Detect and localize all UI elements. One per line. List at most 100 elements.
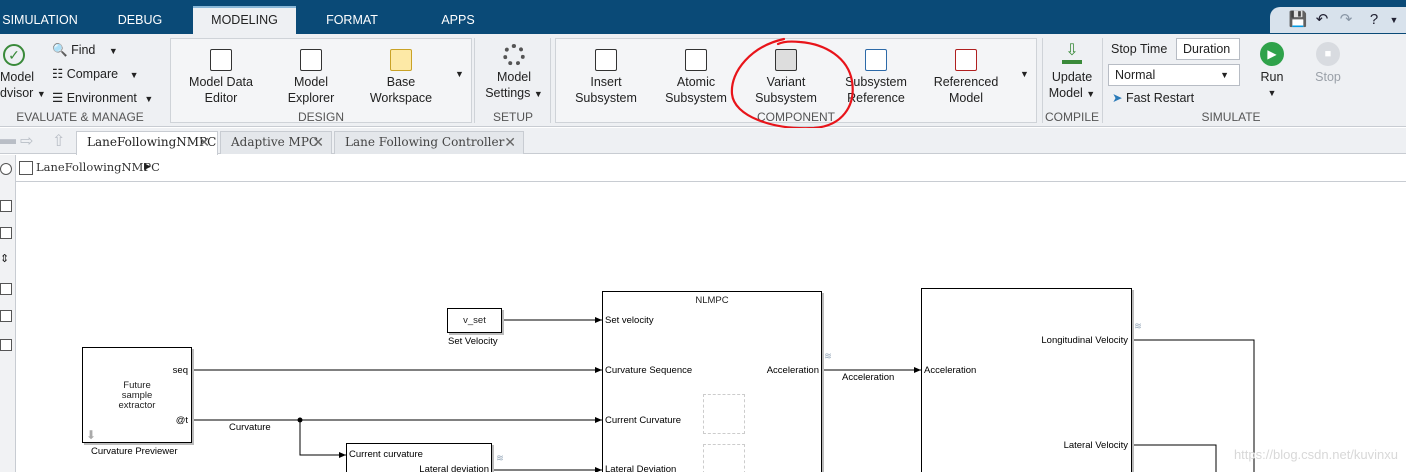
model-data-editor-button[interactable]: Model Data Editor xyxy=(181,41,261,106)
magnifier-icon: 🔍 xyxy=(52,43,68,57)
separator xyxy=(474,38,475,123)
signal-logging-icon: ≋ xyxy=(1134,321,1142,332)
save-icon[interactable]: 💾 xyxy=(1288,10,1308,30)
stop-time-input[interactable]: Duration xyxy=(1176,38,1240,60)
referenced-model-label-2: Model xyxy=(948,91,984,105)
stop-icon: ■ xyxy=(1316,42,1340,66)
separator xyxy=(1102,38,1103,123)
group-label-design: DESIGN xyxy=(297,110,344,124)
tab-format[interactable]: FORMAT xyxy=(312,6,392,34)
environment-button[interactable]: ☰ Environment ▼ xyxy=(52,88,153,108)
find-label: Find xyxy=(71,43,96,57)
arrows-icon[interactable]: ⇕ xyxy=(0,254,12,266)
stop-button[interactable]: ■ Stop xyxy=(1306,36,1350,85)
tab-apps[interactable]: APPS xyxy=(418,6,498,34)
lateral-block-output: Lateral deviation xyxy=(419,464,489,472)
stop-time-label: Stop Time xyxy=(1111,42,1168,56)
fast-restart-label: Fast Restart xyxy=(1125,91,1195,105)
close-icon[interactable]: ✕ xyxy=(312,132,324,153)
previewer-port-at-t: @t xyxy=(175,415,188,426)
insert-subsystem-button[interactable]: Insert Subsystem xyxy=(566,41,646,106)
curvature-signal-label: Curvature xyxy=(229,422,271,433)
previewer-port-seq: seq xyxy=(172,365,188,376)
chevron-down-icon: ▼ xyxy=(1220,70,1229,80)
back-arrow-icon[interactable]: ⇨ xyxy=(20,131,33,151)
current-curvature-branch xyxy=(299,420,346,458)
run-button[interactable]: ▶ Run ▼ xyxy=(1250,36,1294,101)
download-arrow-icon: ⇩ xyxy=(1062,43,1082,64)
model-explorer-icon xyxy=(300,49,322,71)
model-settings-button[interactable]: Model Settings ▼ xyxy=(480,36,548,102)
signal-logging-icon: ≋ xyxy=(496,453,504,464)
vehicle-output-lateral-velocity: Lateral Velocity xyxy=(1063,440,1128,451)
red-annotation-circle xyxy=(730,37,854,130)
nlmpc-inner-icon xyxy=(703,394,745,434)
base-workspace-label-2: Workspace xyxy=(369,91,433,105)
vset-block[interactable]: v_set xyxy=(447,308,502,333)
update-model-button[interactable]: ⇩ Update Model ▼ xyxy=(1044,36,1100,102)
model-explorer-button[interactable]: Model Explorer xyxy=(271,41,351,106)
close-icon[interactable]: ✕ xyxy=(504,132,516,153)
component-gallery-expand-icon[interactable]: ▼ xyxy=(1020,69,1029,79)
doc-tab-lanefollowingnmpc[interactable]: LaneFollowingNMPC ✕ xyxy=(76,131,218,155)
run-label: Run xyxy=(1260,70,1284,84)
up-arrow-icon[interactable]: ⇧ xyxy=(52,131,65,151)
find-button[interactable]: 🔍 Find ▼ xyxy=(52,40,118,60)
help-icon[interactable]: ? xyxy=(1364,10,1384,30)
gear-icon xyxy=(503,44,525,66)
tab-debug[interactable]: DEBUG xyxy=(100,6,180,34)
design-gallery-expand-icon[interactable]: ▼ xyxy=(455,69,464,79)
referenced-model-button[interactable]: Referenced Model xyxy=(926,41,1006,106)
redo-icon[interactable]: ↷ xyxy=(1336,10,1356,30)
chevron-right-icon[interactable]: ▶ xyxy=(144,161,151,172)
vehicle-block[interactable]: Acceleration Longitudinal Velocity Later… xyxy=(921,288,1132,472)
ribbon-tab-bar: SIMULATION DEBUG MODELING FORMAT APPS 💾 … xyxy=(0,0,1406,34)
simulation-mode-select[interactable]: Normal ▼ xyxy=(1108,64,1240,86)
model-data-editor-label-1: Model Data xyxy=(189,75,253,89)
acceleration-signal-label: Acceleration xyxy=(842,372,895,383)
doc-tab-label: Lane Following Controller xyxy=(345,135,505,149)
hide-explorer-icon[interactable] xyxy=(0,163,12,175)
base-workspace-label-1: Base xyxy=(386,75,416,89)
lateral-deviation-block[interactable]: Current curvature Lateral deviation xyxy=(346,443,492,472)
tab-modeling[interactable]: MODELING xyxy=(193,6,296,34)
image-icon[interactable] xyxy=(0,310,12,322)
base-workspace-button[interactable]: Base Workspace xyxy=(361,41,441,106)
model-settings-label-1: Model xyxy=(496,70,532,84)
referenced-model-label-1: Referenced xyxy=(933,75,999,89)
doc-tab-lane-following-controller[interactable]: Lane Following Controller ✕ xyxy=(334,131,524,154)
chevron-down-icon: ▼ xyxy=(144,94,154,104)
nlmpc-block[interactable]: NLMPC Set velocity Curvature Sequence Cu… xyxy=(602,291,822,472)
left-palette: ⇕ xyxy=(0,155,16,472)
simulation-mode-value: Normal xyxy=(1115,68,1156,82)
close-icon[interactable]: ✕ xyxy=(198,132,210,153)
doc-tab-adaptive-mpc[interactable]: Adaptive MPC ✕ xyxy=(220,131,332,154)
group-label-setup: SETUP xyxy=(492,110,533,124)
area-icon[interactable] xyxy=(0,339,12,351)
curvature-previewer-block[interactable]: Future sample extractor seq @t ⬇ xyxy=(82,347,192,443)
tab-simulation[interactable]: SIMULATION xyxy=(0,6,80,34)
fit-view-icon[interactable] xyxy=(0,227,12,239)
model-advisor-button[interactable]: ✓ Model dvisor ▼ xyxy=(0,36,46,102)
chevron-down-icon: ▼ xyxy=(108,46,118,56)
collapse-icon[interactable]: ▬ xyxy=(0,131,16,149)
chevron-down-icon: ▼ xyxy=(129,70,139,80)
doc-tab-label: Adaptive MPC xyxy=(231,135,319,149)
insert-subsystem-label-2: Subsystem xyxy=(575,91,637,105)
nlmpc-inner-icon xyxy=(703,444,745,472)
doc-tab-label: LaneFollowingNMPC xyxy=(87,135,217,149)
breadcrumb-model-link[interactable]: LaneFollowingNMPC xyxy=(36,160,160,174)
quick-access-toolbar: 💾 ↶ ↷ ? ▼ xyxy=(1270,7,1406,33)
vset-caption: Set Velocity xyxy=(448,336,498,347)
annotation-icon[interactable] xyxy=(0,283,12,295)
zoom-icon[interactable] xyxy=(0,200,12,212)
vehicle-output-longitudinal-velocity: Longitudinal Velocity xyxy=(1041,335,1128,346)
branch-point xyxy=(297,417,303,423)
previewer-text: Future sample extractor xyxy=(83,381,191,411)
undo-icon[interactable]: ↶ xyxy=(1312,10,1332,30)
fast-restart-toggle[interactable]: ➤ Fast Restart xyxy=(1112,88,1194,108)
compare-button[interactable]: ☷ Compare ▼ xyxy=(52,64,139,84)
help-dropdown-icon[interactable]: ▼ xyxy=(1384,10,1404,30)
model-canvas[interactable]: v_set Set Velocity NLMPC Set velocity Cu… xyxy=(16,183,1406,472)
atomic-subsystem-icon xyxy=(685,49,707,71)
